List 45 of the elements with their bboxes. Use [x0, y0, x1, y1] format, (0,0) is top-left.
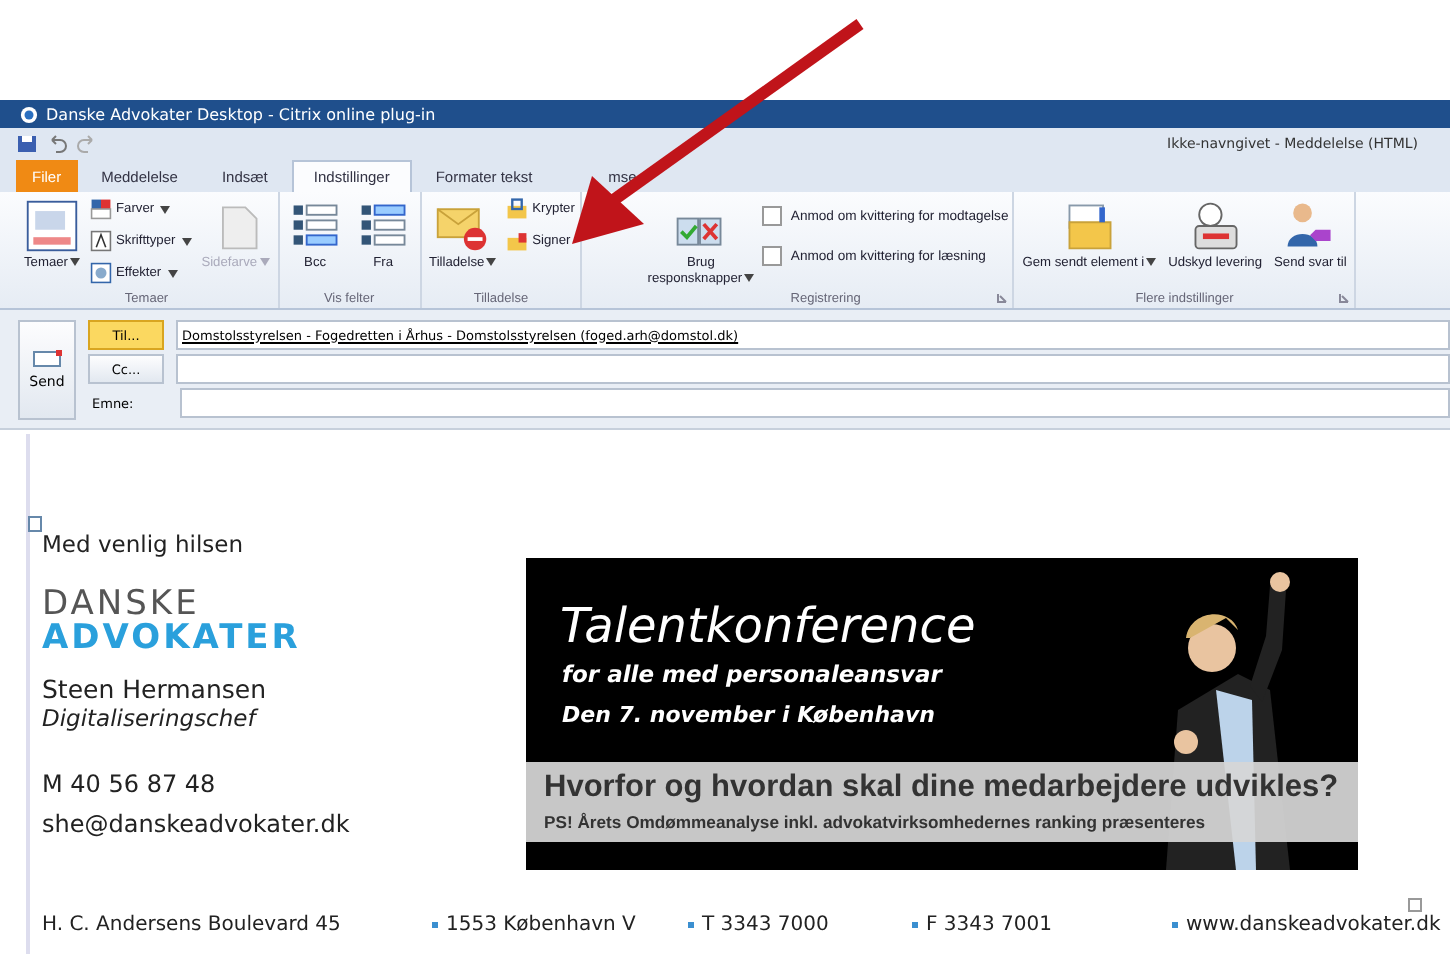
- checkbox[interactable]: [762, 246, 783, 266]
- checkbox[interactable]: [762, 206, 783, 226]
- launcher-icon[interactable]: [1338, 292, 1351, 304]
- footer-text: F 3343 7001: [926, 914, 1053, 936]
- caret-icon: [259, 258, 270, 267]
- caret-icon: [1146, 258, 1157, 267]
- input-field[interactable]: [176, 354, 1450, 384]
- caret-icon: [486, 258, 497, 267]
- ribbon-icon: [24, 198, 80, 254]
- input-field[interactable]: [180, 388, 1450, 418]
- banner-note: PS! Årets Omdømmeanalyse inkl. advokatvirksomhedernes ranking præsenteres: [544, 812, 1206, 832]
- banner-subtitle: for alle med personaleansvar: [562, 660, 942, 688]
- banner-question: Hvorfor og hvordan skal dine medarbejdere udvikles?: [544, 770, 1339, 806]
- window-title: Danske Advokater Desktop - Citrix online plug-in: [46, 105, 436, 123]
- ribbon-icon: [90, 198, 112, 220]
- caret-icon: [160, 205, 171, 213]
- signature-name: Steen Hermansen: [42, 674, 269, 704]
- caret-icon: [70, 258, 80, 267]
- ribbon-icon: [90, 230, 112, 252]
- email-address: she@danskeadvokater.dk: [42, 810, 350, 838]
- resize-handle[interactable]: [1408, 898, 1422, 912]
- phone-number: M 40 56 87 48: [42, 770, 218, 798]
- footer-text: H. C. Andersens Boulevard 45: [42, 914, 341, 936]
- anchor-icon: [28, 516, 42, 532]
- caret-icon: [181, 237, 192, 245]
- launcher-icon[interactable]: [996, 292, 1009, 305]
- banner-date: Den 7. november i København: [562, 702, 935, 728]
- ribbon-icon: [90, 262, 112, 284]
- caret-icon: [744, 273, 755, 282]
- footer-text: T 3343 7000: [702, 914, 829, 936]
- footer-text: www.danskeadvokater.dk: [1186, 914, 1441, 936]
- footer-text: 1553 København V: [446, 914, 636, 936]
- caret-icon: [167, 269, 178, 277]
- greeting: Med venlig hilsen: [42, 530, 246, 558]
- ribbon-icon: [506, 230, 529, 252]
- logo-text: DANSKE: [42, 588, 200, 622]
- logo-text: ADVOKATER: [42, 622, 303, 656]
- undo-icon[interactable]: [46, 133, 68, 153]
- signature-role: Digitaliseringschef: [42, 704, 261, 732]
- envelope-icon: [31, 350, 63, 368]
- banner-title: Talentkonference: [560, 598, 976, 654]
- redo-icon[interactable]: [76, 133, 98, 153]
- save-icon[interactable]: [16, 133, 38, 153]
- app-icon: [20, 105, 38, 123]
- ribbon-icon: [506, 198, 529, 220]
